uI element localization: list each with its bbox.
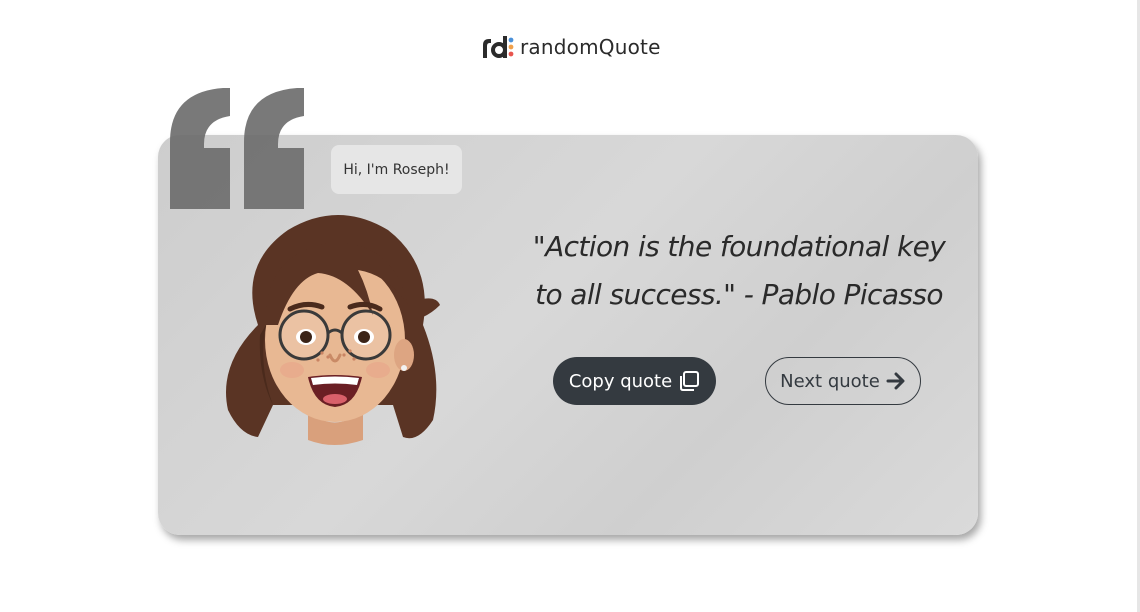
quote-mark-icon	[168, 82, 310, 212]
copy-quote-label: Copy quote	[568, 370, 673, 392]
copy-icon	[678, 370, 700, 392]
quote-text: "Action is the foundational key to all s…	[532, 230, 946, 311]
next-quote-label: Next quote	[780, 370, 880, 392]
avatar	[218, 205, 450, 453]
page: randomQuote Hi, I'm Roseph! "Action is t…	[0, 0, 1140, 612]
speech-bubble-text: Hi, I'm Roseph!	[343, 161, 450, 178]
copy-quote-button[interactable]: Copy quote	[553, 357, 716, 405]
logo-text: randomQuote	[520, 35, 661, 59]
next-quote-button[interactable]: Next quote	[765, 357, 921, 405]
speech-bubble: Hi, I'm Roseph!	[331, 145, 462, 194]
rd-logo-icon	[482, 34, 514, 60]
arrow-right-icon	[886, 371, 906, 391]
logo[interactable]: randomQuote	[482, 34, 661, 60]
